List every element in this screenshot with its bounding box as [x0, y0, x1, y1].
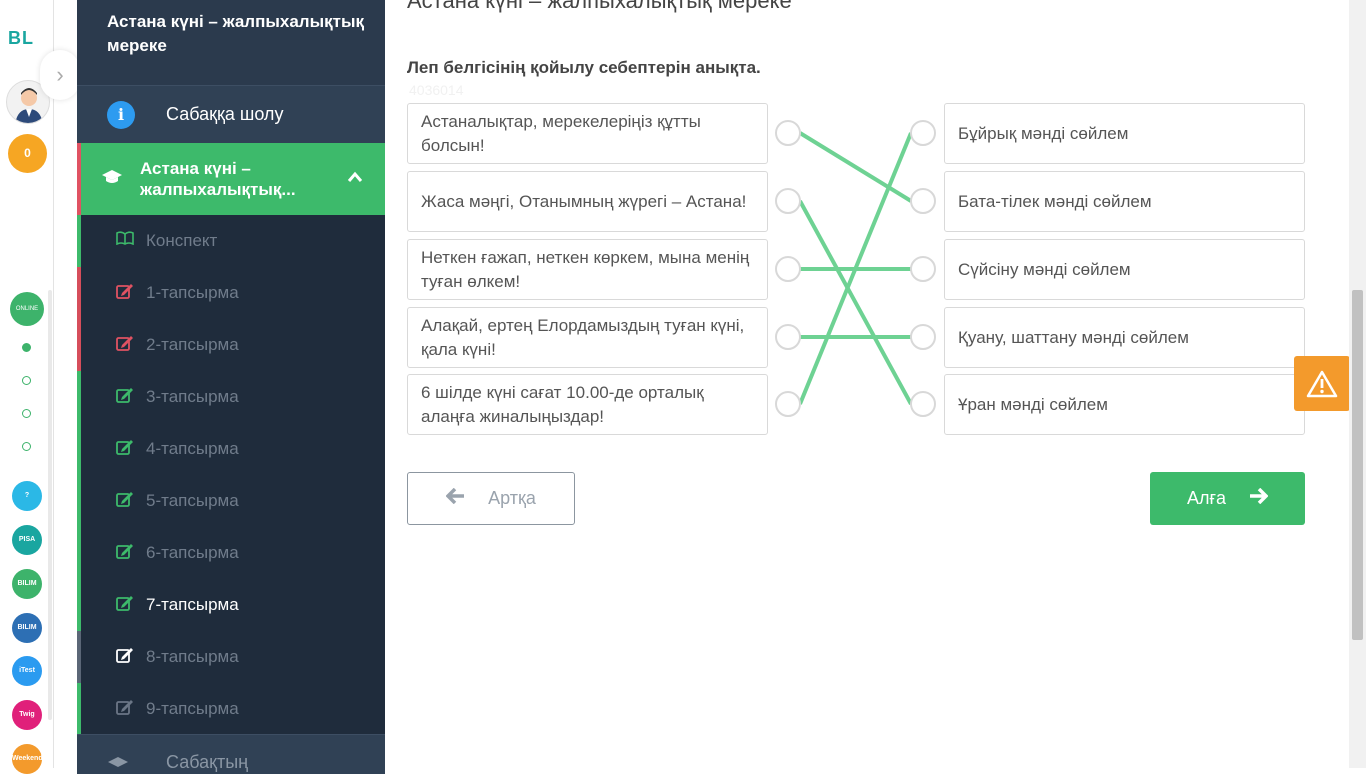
sidebar-item-task[interactable]: 5-тапсырма	[77, 475, 385, 527]
sidebar-item-label: 7-тапсырма	[146, 595, 239, 614]
sidebar-item-label: 6-тапсырма	[146, 543, 239, 562]
right-connector-node[interactable]	[910, 391, 936, 417]
warning-icon	[1306, 370, 1338, 397]
sidebar-item-task[interactable]: 9-тапсырма	[77, 683, 385, 735]
sidebar-item-review[interactable]: i Сабаққа шолу	[77, 85, 385, 143]
left-connector-node[interactable]	[775, 120, 801, 146]
right-option-card[interactable]: Сүйсіну мәнді сөйлем	[944, 239, 1305, 300]
left-connector-node[interactable]	[775, 256, 801, 282]
book-icon	[116, 231, 134, 250]
left-connector-node[interactable]	[775, 188, 801, 214]
edit-icon	[116, 335, 134, 356]
edit-icon	[116, 439, 134, 460]
sidebar-item-label: 3-тапсырма	[146, 387, 239, 406]
scrollbar-thumb[interactable]	[1352, 290, 1363, 640]
right-option-card[interactable]: Бата-тілек мәнді сөйлем	[944, 171, 1305, 232]
rail-dot-indicator[interactable]	[22, 376, 31, 385]
rail-app-bilimbook-icon[interactable]: BILIM Book	[12, 613, 42, 661]
page-title: Астана күні – жалпыхалықтық мереке	[407, 0, 792, 13]
sidebar-item-lesson[interactable]: Астана күні – жалпыхалықтық...	[77, 143, 385, 215]
right-option-card[interactable]: Қуану, шаттану мәнді сөйлем	[944, 307, 1305, 368]
sidebar-item-label: Сабаққа шолу	[166, 104, 284, 124]
rail-dot-indicator[interactable]	[22, 409, 31, 418]
question-text: Леп белгісінің қойылу себептерін анықта.	[407, 58, 761, 77]
sidebar-item-task[interactable]: 8-тапсырма	[77, 631, 385, 683]
edit-icon	[116, 595, 134, 616]
sidebar-item-label: Сабақтың	[166, 752, 249, 772]
match-line	[798, 131, 913, 203]
graduation-cap-icon	[107, 755, 129, 778]
rail-app-itest-icon[interactable]: iTest	[12, 656, 42, 686]
edit-icon	[116, 647, 134, 668]
back-button[interactable]: Артқа	[407, 472, 575, 525]
sidebar-item-task[interactable]: Конспект	[77, 215, 385, 267]
report-warning-button[interactable]	[1294, 356, 1350, 411]
sidebar-item-label: 8-тапсырма	[146, 647, 239, 666]
sidebar-title: Астана күні – жалпыхалықтық мереке	[107, 12, 364, 55]
rail-app-bilimland-icon[interactable]: BILIM Land	[12, 569, 42, 617]
sidebar-item-task[interactable]: 6-тапсырма	[77, 527, 385, 579]
right-connector-node[interactable]	[910, 256, 936, 282]
sidebar-item-task[interactable]: 3-тапсырма	[77, 371, 385, 423]
right-option-card[interactable]: Ұран мәнді сөйлем	[944, 374, 1305, 435]
edit-icon	[116, 387, 134, 408]
sidebar-item-label: 1-тапсырма	[146, 283, 239, 302]
question-id: 4036014	[409, 82, 464, 98]
sidebar-item-label: 9-тапсырма	[146, 699, 239, 718]
rail-dot-indicator[interactable]	[22, 442, 31, 451]
coin-counter[interactable]: 0	[8, 134, 47, 173]
right-connector-node[interactable]	[910, 120, 936, 146]
task-list: Конспект 1-тапсырма 2-тапсырма 3-тапсырма 4-…	[77, 215, 385, 735]
right-connector-node[interactable]	[910, 188, 936, 214]
sidebar-item-label: Конспект	[146, 231, 218, 250]
brand-logo[interactable]: BL	[8, 28, 34, 49]
back-button-label: Артқа	[488, 488, 536, 508]
rail-app-pisa-icon[interactable]: PISA	[12, 525, 42, 555]
next-button[interactable]: Алға	[1150, 472, 1305, 525]
arrow-right-icon	[1248, 487, 1269, 509]
chevron-up-icon[interactable]	[347, 167, 363, 188]
rail-dot-indicator[interactable]	[22, 343, 31, 352]
edit-icon	[116, 283, 134, 304]
sidebar-item-label: Астана күні – жалпыхалықтық...	[140, 159, 296, 199]
rail-app-weekend-icon[interactable]: Weekend	[12, 744, 43, 774]
page-scrollbar[interactable]	[1349, 0, 1366, 768]
rail-scrollbar[interactable]	[48, 290, 52, 720]
info-icon: i	[107, 101, 135, 129]
sidebar-item-task[interactable]: 4-тапсырма	[77, 423, 385, 475]
match-line	[798, 132, 913, 405]
left-connector-node[interactable]	[775, 391, 801, 417]
sidebar-item-task[interactable]: 2-тапсырма	[77, 319, 385, 371]
app-rail: BL 0 › ONLINE MEKTEP ? PISA BILIM LandBILI…	[0, 0, 80, 774]
sidebar-item-task[interactable]: 7-тапсырма	[77, 579, 385, 631]
left-option-card[interactable]: Алақай, ертең Елордамыздың туған күні, қ…	[407, 307, 768, 368]
graduation-cap-icon	[101, 168, 123, 191]
lesson-sidebar: Астана күні – жалпыхалықтық мереке i Саб…	[77, 0, 385, 774]
left-option-card[interactable]: Жаса мәңгі, Отанымның жүрегі – Астана!	[407, 171, 768, 232]
sidebar-item-label: 2-тапсырма	[146, 335, 239, 354]
right-connector-node[interactable]	[910, 324, 936, 350]
match-line	[798, 200, 913, 405]
left-connector-node[interactable]	[775, 324, 801, 350]
right-option-card[interactable]: Бұйрық мәнді сөйлем	[944, 103, 1305, 164]
arrow-left-icon	[445, 487, 466, 509]
collapse-chevron-icon[interactable]: ›	[40, 50, 80, 100]
edit-icon	[116, 491, 134, 512]
left-option-card[interactable]: Неткен ғажап, неткен көркем, мына менің …	[407, 239, 768, 300]
left-option-card[interactable]: Астаналықтар, мерекелеріңіз құтты болсын…	[407, 103, 768, 164]
sidebar-item-label: 5-тапсырма	[146, 491, 239, 510]
edit-icon	[116, 543, 134, 564]
left-option-card[interactable]: 6 шілде күні сағат 10.00-де орталық алаң…	[407, 374, 768, 435]
sidebar-item-label: 4-тапсырма	[146, 439, 239, 458]
online-mektep-icon[interactable]: ONLINE MEKTEP	[10, 292, 44, 346]
sidebar-item-next-lesson[interactable]: Сабақтың	[77, 734, 385, 774]
next-button-label: Алға	[1186, 488, 1227, 508]
sidebar-item-task[interactable]: 1-тапсырма	[77, 267, 385, 319]
edit-icon	[116, 699, 134, 720]
rail-app-twig-icon[interactable]: Twig	[12, 700, 42, 730]
rail-app-help-icon[interactable]: ?	[12, 481, 42, 511]
